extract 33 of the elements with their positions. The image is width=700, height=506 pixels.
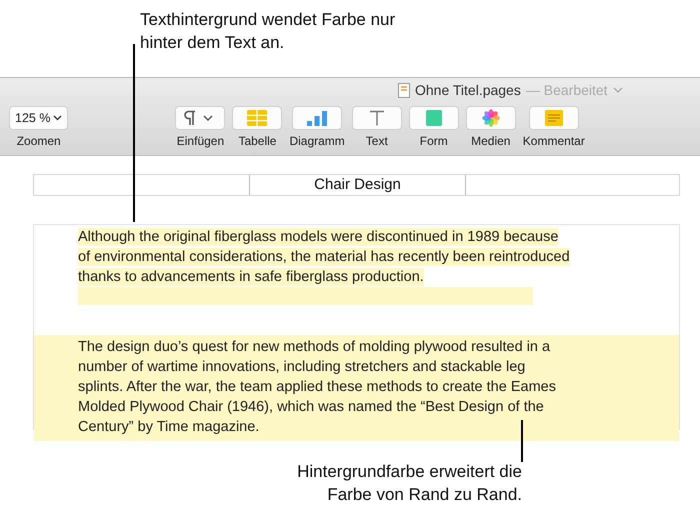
header-cell: Chair Design [249,175,465,195]
leader-line [521,420,523,462]
media-button[interactable] [466,106,516,130]
note-icon [544,110,563,126]
toolbar-label: Text [366,134,388,148]
text-icon [368,110,385,126]
chevron-icon [53,115,62,121]
flower-icon [482,109,500,127]
toolbar-label: Diagramm [289,134,345,148]
bar-chart-icon [307,110,328,126]
callout-text: Texthintergrund wendet Farbe nur hinter dem Text an. [140,9,396,54]
zoom-dropdown[interactable]: 125 % [9,106,68,130]
shape-button[interactable] [408,106,459,130]
document-icon [398,82,410,98]
toolbar-label: Medien [471,134,510,148]
text-button[interactable] [352,106,402,130]
callout-text: Hintergrundfarbe erweitert die Farbe von Rand zu Rand. [296,461,522,506]
table-icon [247,110,268,126]
toolbar-label: Kommentar [522,134,585,148]
insert-button[interactable] [175,106,226,130]
toolbar-label: Zoomen [16,134,61,148]
chevron-icon[interactable] [612,87,623,93]
window-title: Ohne Titel.pages [415,82,521,98]
chart-button[interactable] [292,106,342,130]
document-status: — Bearbeitet [526,82,608,98]
toolbar-label: Einfügen [176,134,224,148]
toolbar-label: Tabelle [238,134,276,148]
comment-button[interactable] [528,106,579,130]
square-icon [426,110,442,126]
table-button[interactable] [232,106,282,130]
toolbar-label: Form [420,134,448,148]
highlighted-paragraph: Although the original fiberglass models were discontinued in 1989 because of environmental considerations, the material has recently been reintroduced thanks to advancements in safe fiberglass production. [78,227,571,287]
paragraph: The design duo’s quest for new methods of molding plywood resulted in a number of wartime innovations, including stretchers and stackable leg splints. After the war, the team applied these methods to create the Eames Molded Plywood Chair (1946), which was named the “Best Design of the Century” by Time magazine. [78,338,557,437]
